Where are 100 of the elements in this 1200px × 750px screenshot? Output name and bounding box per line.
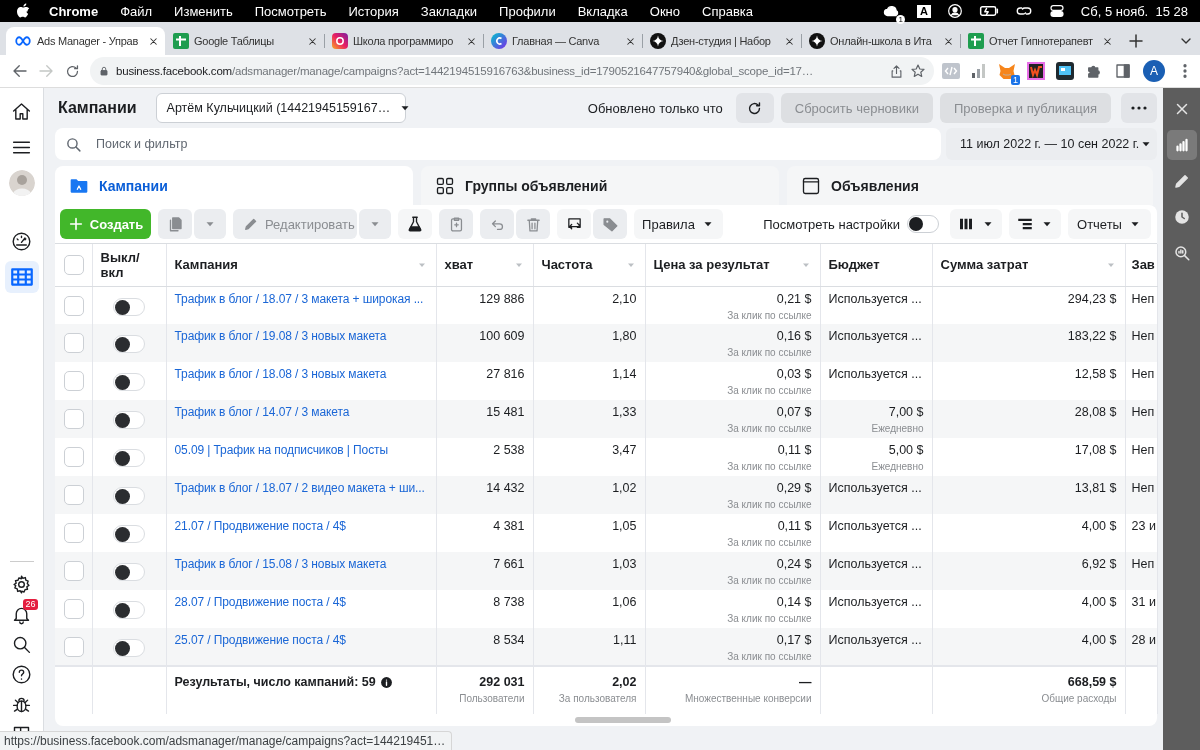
signal-bars-icon[interactable] bbox=[971, 63, 987, 79]
columns-dropdown[interactable] bbox=[950, 209, 1002, 239]
menu-item[interactable]: Вкладка bbox=[566, 3, 639, 19]
toggle-switch[interactable] bbox=[112, 335, 145, 353]
campaign-link[interactable]: 21.07 / Продвижение поста / 4$ bbox=[174, 519, 346, 533]
extension-icon[interactable] bbox=[1056, 62, 1074, 80]
apple-logo-icon[interactable] bbox=[16, 3, 30, 19]
checkbox[interactable] bbox=[64, 447, 84, 467]
extension-icon[interactable] bbox=[1027, 62, 1045, 80]
input-source-indicator[interactable]: A bbox=[916, 4, 931, 18]
app-menu[interactable]: Chrome bbox=[38, 3, 110, 19]
settings-icon[interactable] bbox=[11, 573, 32, 595]
column-header[interactable]: Бюджет bbox=[828, 257, 880, 273]
menu-item[interactable]: Профили bbox=[488, 3, 567, 19]
ab-test-button[interactable] bbox=[398, 209, 432, 239]
browser-tab[interactable]: Отчет Гипнотерапевт bbox=[960, 27, 1119, 55]
campaign-link[interactable]: Трафик в блог / 15.08 / 3 новых макета bbox=[174, 557, 387, 571]
search-bar[interactable]: Поиск и фильтр bbox=[55, 128, 941, 160]
campaign-link[interactable]: 25.07 / Продвижение поста / 4$ bbox=[174, 633, 346, 647]
compare-button[interactable] bbox=[557, 209, 591, 239]
menu-item[interactable]: Изменить bbox=[163, 3, 244, 19]
column-header[interactable]: Сумма затрат bbox=[940, 257, 1029, 273]
checkbox[interactable] bbox=[64, 371, 84, 391]
browser-tab[interactable]: Онлайн-школа в Ита bbox=[801, 27, 960, 55]
checkbox[interactable] bbox=[64, 523, 84, 543]
checkbox[interactable] bbox=[64, 637, 84, 657]
close-icon[interactable] bbox=[148, 35, 159, 47]
campaign-link[interactable]: Трафик в блог / 18.07 / 2 видео макета + ши... bbox=[174, 481, 425, 495]
toggle-switch[interactable] bbox=[112, 601, 145, 619]
campaign-link[interactable]: 28.07 / Продвижение поста / 4$ bbox=[174, 595, 346, 609]
account-dropdown[interactable]: Артём Кульчицкий (14421945159167… bbox=[155, 93, 406, 123]
checkbox[interactable] bbox=[64, 599, 84, 619]
help-icon[interactable] bbox=[11, 663, 32, 685]
level-tab[interactable]: Группы объявлений bbox=[421, 166, 779, 205]
level-tab[interactable]: Кампании bbox=[55, 166, 413, 205]
new-tab-icon[interactable] bbox=[1127, 32, 1145, 50]
campaign-link[interactable]: 05.09 | Трафик на подписчиков | Посты bbox=[174, 443, 388, 457]
scrollbar-thumb[interactable] bbox=[575, 717, 671, 723]
lock-icon[interactable] bbox=[98, 65, 110, 77]
gauge-icon[interactable] bbox=[11, 230, 32, 252]
browser-tab[interactable]: Школа программиро bbox=[324, 27, 483, 55]
close-icon[interactable] bbox=[307, 35, 318, 47]
menu-item[interactable]: Посмотреть bbox=[243, 3, 338, 19]
menubar-clock[interactable]: Сб, 5 нояб. 15 28 bbox=[1080, 3, 1188, 19]
rules-dropdown[interactable]: Правила bbox=[634, 209, 723, 239]
toggle-switch[interactable] bbox=[112, 487, 145, 505]
duplicate-button[interactable] bbox=[158, 209, 192, 239]
browser-tab[interactable]: Google Таблицы bbox=[165, 27, 324, 55]
clipboard-button[interactable] bbox=[439, 209, 473, 239]
checkbox[interactable] bbox=[64, 333, 84, 353]
campaign-link[interactable]: Трафик в блог / 14.07 / 3 макета bbox=[174, 405, 350, 419]
chart-search-icon[interactable] bbox=[1172, 244, 1191, 262]
close-icon[interactable] bbox=[466, 35, 477, 47]
close-icon[interactable] bbox=[784, 35, 795, 47]
clock-icon[interactable] bbox=[1172, 208, 1191, 226]
address-bar[interactable]: business.facebook.com/adsmanager/manage/campaigns?act=1442194515916763&business_id=1790521647757940&global_scope_id=17… bbox=[90, 57, 934, 85]
star-icon[interactable] bbox=[910, 63, 926, 79]
sidebar-icon[interactable] bbox=[1114, 62, 1132, 80]
toggle-switch[interactable] bbox=[112, 525, 145, 543]
close-icon[interactable] bbox=[1102, 35, 1113, 47]
checkbox[interactable] bbox=[64, 485, 84, 505]
toggle-switch[interactable] bbox=[112, 411, 145, 429]
menu-item[interactable]: Файл bbox=[109, 3, 164, 19]
share-icon[interactable] bbox=[889, 63, 904, 79]
column-header[interactable]: Кампания bbox=[174, 257, 238, 273]
toggle-switch[interactable] bbox=[112, 373, 145, 391]
profile-avatar[interactable]: A bbox=[1143, 60, 1165, 82]
browser-tab[interactable]: Дзен-студия | Набор bbox=[642, 27, 801, 55]
delete-button[interactable] bbox=[516, 209, 550, 239]
menu-item[interactable]: Окно bbox=[638, 3, 692, 19]
campaign-link[interactable]: Трафик в блог / 19.08 / 3 новых макета bbox=[174, 329, 387, 343]
breakdown-dropdown[interactable] bbox=[1009, 209, 1061, 239]
close-icon[interactable] bbox=[625, 35, 636, 47]
user-icon[interactable] bbox=[946, 3, 963, 19]
checkbox[interactable] bbox=[64, 409, 84, 429]
column-header[interactable]: Зав bbox=[1131, 257, 1155, 273]
campaign-link[interactable]: Трафик в блог / 18.08 / 3 новых макета bbox=[174, 367, 387, 381]
pencil-icon[interactable] bbox=[1172, 172, 1191, 190]
checkbox[interactable] bbox=[64, 295, 84, 316]
more-button[interactable] bbox=[1121, 93, 1157, 123]
column-header[interactable]: хват bbox=[444, 257, 474, 273]
menu-item[interactable]: История bbox=[337, 3, 410, 19]
info-icon[interactable] bbox=[379, 675, 393, 689]
control-center-icon[interactable] bbox=[1048, 3, 1065, 19]
toggle-switch[interactable] bbox=[112, 563, 145, 581]
menu-item[interactable]: Справка bbox=[691, 3, 765, 19]
home-icon[interactable] bbox=[11, 100, 32, 122]
date-range-picker[interactable]: 11 июл 2022 г. — 10 сен 2022 г. bbox=[946, 128, 1157, 160]
reports-dropdown[interactable]: Отчеты bbox=[1068, 209, 1151, 239]
toggle-switch[interactable] bbox=[112, 639, 145, 657]
browser-tab[interactable]: Ads Manager - Управ bbox=[6, 27, 165, 55]
back-arrow-icon[interactable] bbox=[11, 62, 29, 80]
checkbox[interactable] bbox=[64, 561, 84, 581]
browser-tab[interactable]: Главная — Canva bbox=[483, 27, 642, 55]
toggle-switch[interactable] bbox=[112, 297, 145, 316]
toggle-switch[interactable] bbox=[907, 215, 939, 233]
toggle-switch[interactable] bbox=[112, 449, 145, 467]
refresh-button[interactable] bbox=[735, 93, 774, 123]
checkbox[interactable] bbox=[64, 254, 84, 275]
close-icon[interactable] bbox=[943, 35, 954, 47]
